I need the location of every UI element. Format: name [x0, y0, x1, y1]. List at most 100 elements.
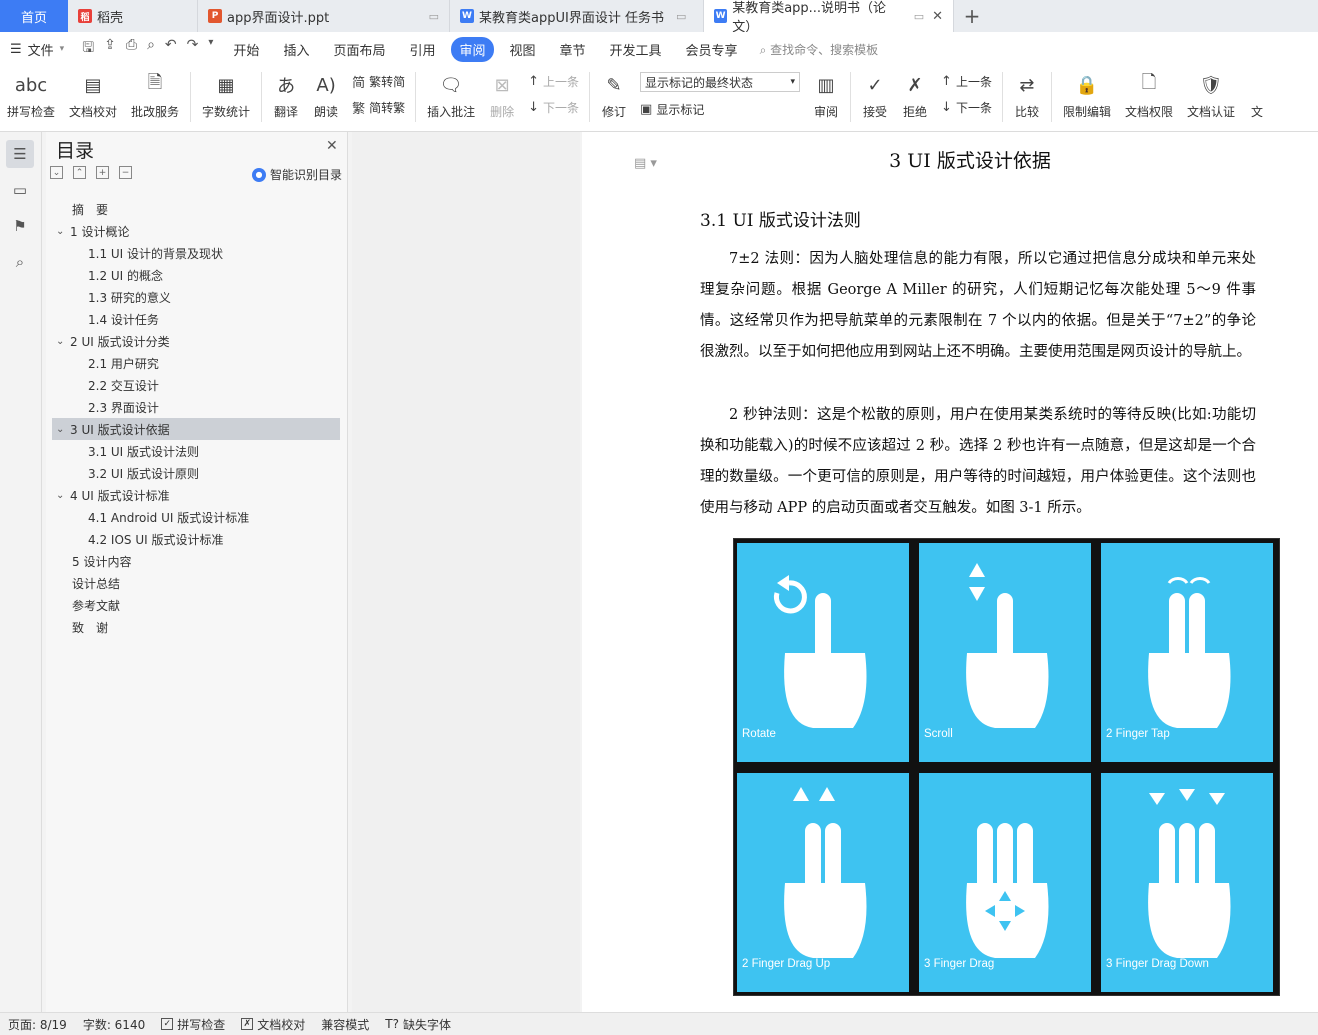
expand-up-icon[interactable]: ⌃ — [73, 166, 86, 179]
tab-pin-icon[interactable]: ▭ — [914, 10, 924, 23]
document-page: ▤ ▾ 3 UI 版式设计依据 3.1 UI 版式设计法则 7±2 法则：因为人… — [582, 132, 1318, 1012]
menu-start[interactable]: 开始 — [221, 37, 271, 62]
chevron-down-icon[interactable]: ⌄ — [56, 490, 70, 501]
toc-item[interactable]: ⌄ 4 UI 版式设计标准 — [52, 484, 340, 506]
prev-comment-button[interactable]: ↑ 上一条 — [528, 72, 579, 90]
toc-item[interactable]: 1.2 UI 的概念 — [52, 264, 340, 286]
batch-service-button[interactable]: 🗎 批改服务 — [124, 72, 186, 120]
review-icon: ▥ — [817, 74, 835, 96]
file-menu[interactable]: ☰ 文件 ▾ — [0, 40, 74, 59]
toc-item[interactable]: 4.1 Android UI 版式设计标准 — [52, 506, 340, 528]
toc-item[interactable]: 3.2 UI 版式设计原则 — [52, 462, 340, 484]
add-level-icon[interactable]: + — [96, 166, 109, 179]
toc-item[interactable]: 设计总结 — [52, 572, 340, 594]
spell-status[interactable]: ✓ 拼写检查 — [153, 1016, 233, 1033]
chevron-down-icon[interactable]: ⌄ — [56, 424, 70, 435]
missing-font-label: 缺失字体 — [402, 1017, 451, 1032]
bookmark-icon[interactable]: ⚑ — [6, 212, 34, 240]
search-icon[interactable]: ⌕ — [6, 248, 34, 276]
menu-review[interactable]: 审阅 — [451, 36, 494, 62]
toc-item[interactable]: 1.4 设计任务 — [52, 308, 340, 330]
collapse-all-icon[interactable]: ⌄ — [50, 166, 63, 179]
toc-item[interactable]: ⌄ 2 UI 版式设计分类 — [52, 330, 340, 352]
redo-icon[interactable]: ↷ — [187, 37, 199, 61]
remove-level-icon[interactable]: − — [119, 166, 132, 179]
toc-item[interactable]: ⌄ 1 设计概论 — [52, 220, 340, 242]
outline-icon[interactable]: ☰ — [6, 140, 34, 168]
markup-select[interactable]: 显示标记的最终状态 ▾ — [640, 72, 801, 92]
add-tab-icon[interactable]: + — [954, 0, 990, 32]
menu-layout[interactable]: 页面布局 — [321, 37, 397, 62]
word-count[interactable]: 字数: 6140 — [75, 1016, 153, 1033]
tab-home[interactable]: 首页 — [0, 0, 68, 32]
menu-view[interactable]: 视图 — [498, 37, 548, 62]
toc-item[interactable]: ⌄ 3 UI 版式设计依据 — [52, 418, 340, 440]
accept-button[interactable]: ✓ 接受 — [855, 72, 895, 120]
save-icon[interactable]: 🖫 — [82, 37, 94, 61]
toc-item[interactable]: 致 谢 — [52, 616, 340, 638]
toc-item[interactable]: 2.2 交互设计 — [52, 374, 340, 396]
toc-item[interactable]: 2.1 用户研究 — [52, 352, 340, 374]
toc-item[interactable]: 摘 要 — [52, 198, 340, 220]
page-indicator[interactable]: 页面: 8/19 — [0, 1016, 75, 1033]
word-icon: W — [460, 9, 474, 23]
smart-toc-button[interactable]: ● 智能识别目录 — [252, 166, 342, 183]
review-button[interactable]: ▥ 审阅 — [806, 72, 846, 120]
show-markup-button[interactable]: ▣ 显示标记 — [640, 100, 800, 118]
restrict-edit-button[interactable]: 🔒 限制编辑 — [1056, 72, 1118, 120]
compare-button[interactable]: ⇄ 比较 — [1007, 72, 1047, 120]
divider — [261, 72, 263, 122]
undo-icon[interactable]: ↶ — [165, 37, 177, 61]
proof-button[interactable]: ▤ 文档校对 — [62, 72, 124, 120]
proof-status[interactable]: ✗ 文档校对 — [233, 1016, 313, 1033]
export-icon[interactable]: ⇪ — [104, 37, 116, 61]
tab-ppt[interactable]: P app界面设计.ppt ▭ — [198, 0, 450, 32]
tab-task[interactable]: W 某教育类appUI界面设计 任务书 ▭ — [450, 0, 704, 32]
insert-comment-button[interactable]: 🗨 插入批注 — [420, 72, 482, 120]
close-icon[interactable]: ✕ — [326, 138, 338, 154]
close-icon[interactable]: ✕ — [932, 9, 943, 24]
toc-item[interactable]: 5 设计内容 — [52, 550, 340, 572]
menu-chapter[interactable]: 章节 — [548, 37, 598, 62]
simp-to-trad-button[interactable]: 繁简转繁 — [352, 98, 405, 117]
revise-button[interactable]: ✎ 修订 — [594, 72, 634, 120]
delete-comment-button[interactable]: ⊠ 删除 — [482, 72, 522, 120]
next-comment-button[interactable]: ↓ 下一条 — [528, 98, 579, 116]
translate-button[interactable]: あ翻译 — [266, 72, 306, 120]
chevron-down-icon[interactable]: ⌄ — [56, 226, 70, 237]
toc-item[interactable]: 1.1 UI 设计的背景及现状 — [52, 242, 340, 264]
command-search[interactable]: ⌕ 查找命令、搜索模板 — [760, 41, 879, 58]
comment-icon: 🗨 — [439, 74, 463, 96]
menu-developer[interactable]: 开发工具 — [598, 37, 674, 62]
trad-to-simp-button[interactable]: 简繁转简 — [352, 72, 405, 91]
prev-change-button[interactable]: ↑ 上一条 — [941, 72, 992, 90]
toc-item[interactable]: 1.3 研究的意义 — [52, 286, 340, 308]
toc-item[interactable]: 4.2 IOS UI 版式设计标准 — [52, 528, 340, 550]
more-button[interactable]: 文 — [1242, 72, 1272, 120]
toc-item[interactable]: 3.1 UI 版式设计法则 — [52, 440, 340, 462]
spell-check-button[interactable]: abc 拼写检查 — [0, 72, 62, 120]
menu-reference[interactable]: 引用 — [397, 37, 447, 62]
menu-insert[interactable]: 插入 — [271, 37, 321, 62]
toc-item-label: 致 谢 — [72, 620, 109, 635]
read-aloud-button[interactable]: A) 朗读 — [306, 72, 346, 120]
next-change-button[interactable]: ↓ 下一条 — [941, 98, 992, 116]
tab-label: app界面设计.ppt — [227, 10, 330, 26]
customize-icon[interactable]: ▾ — [208, 37, 213, 61]
tab-daoke[interactable]: 稻 稻壳 — [68, 0, 198, 32]
chevron-down-icon[interactable]: ⌄ — [56, 336, 70, 347]
toc-item[interactable]: 2.3 界面设计 — [52, 396, 340, 418]
word-count-button[interactable]: ▦ 字数统计 — [195, 72, 257, 120]
tab-pin-icon[interactable]: ▭ — [429, 10, 439, 23]
tab-thesis[interactable]: W 某教育类app...说明书（论文） ▭ ✕ — [704, 0, 954, 35]
missing-font[interactable]: T? 缺失字体 — [377, 1016, 459, 1033]
reject-button[interactable]: ✗ 拒绝 — [895, 72, 935, 120]
menu-member[interactable]: 会员专享 — [674, 37, 750, 62]
tab-pin-icon[interactable]: ▭ — [676, 10, 686, 23]
preview-icon[interactable]: ⌕ — [147, 37, 155, 61]
doc-permission-button[interactable]: 🗋 文档权限 — [1118, 72, 1180, 120]
doc-cert-button[interactable]: 🛡 文档认证 — [1180, 72, 1242, 120]
toc-item[interactable]: 参考文献 — [52, 594, 340, 616]
print-icon[interactable]: ⎙ — [126, 37, 137, 61]
chapter-icon[interactable]: ▭ — [6, 176, 34, 204]
